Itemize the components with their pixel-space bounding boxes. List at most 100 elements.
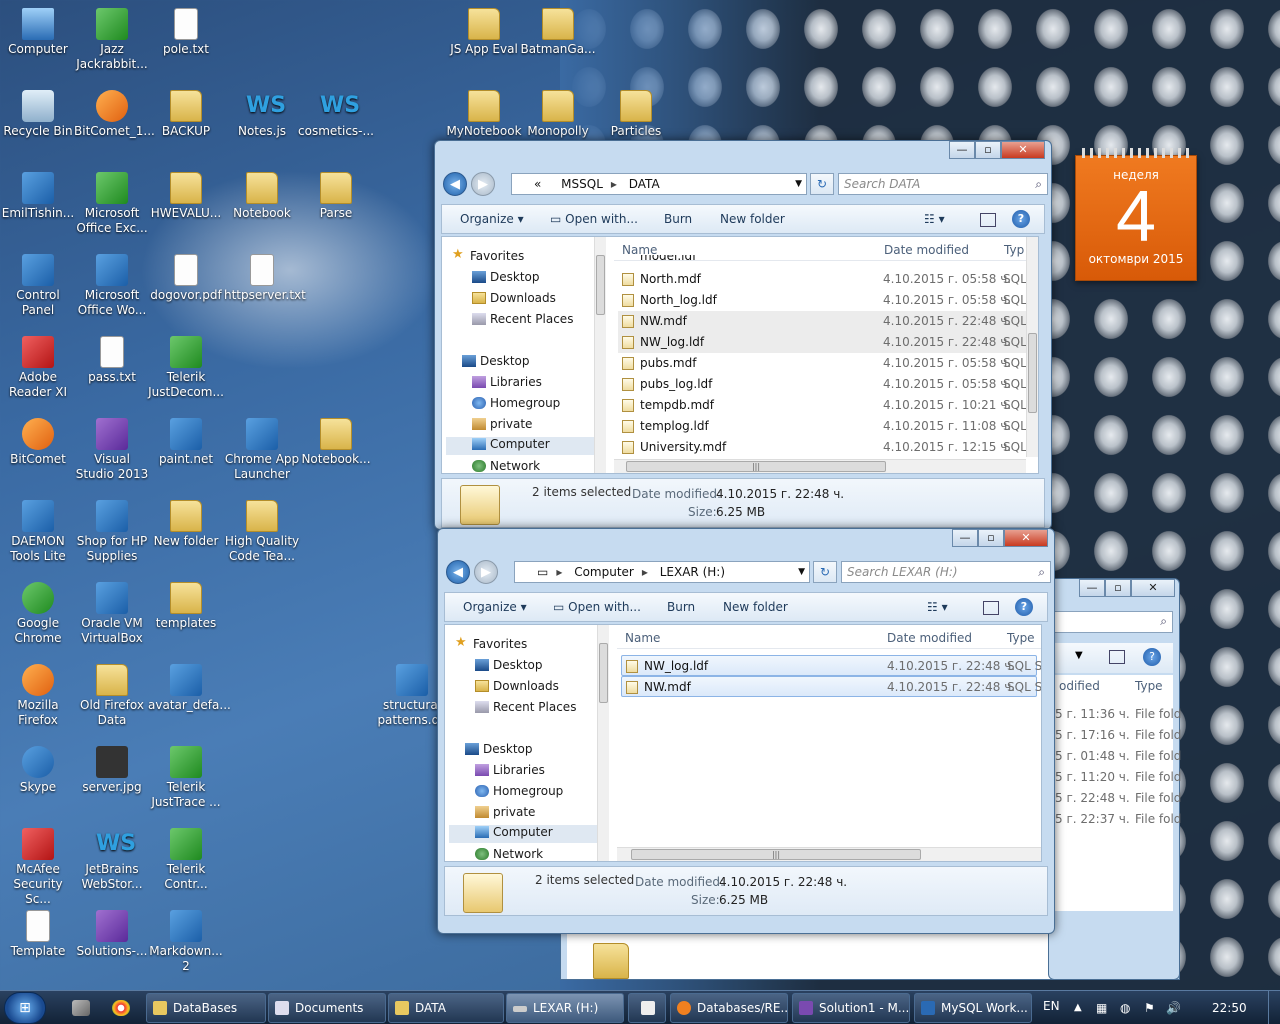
desktop-icon[interactable]: Microsoft Office Exc... — [74, 172, 150, 236]
preview-pane-button[interactable] — [980, 213, 996, 227]
desktop-icon[interactable]: Solutions-... — [74, 910, 150, 959]
close-button[interactable]: ✕ — [1001, 141, 1045, 159]
nav-homegroup[interactable]: Homegroup — [472, 396, 560, 410]
calendar-gadget[interactable]: неделя 4 октомври 2015 — [1075, 148, 1197, 281]
help-button[interactable]: ? — [1012, 210, 1030, 228]
close-button[interactable]: ✕ — [1131, 579, 1175, 597]
desktop-icon[interactable]: paint.net — [148, 418, 224, 467]
address-overflow[interactable]: « — [534, 177, 541, 191]
table-row-selected[interactable]: NW.mdf 4.10.2015 г. 22:48 ч. SQL — [618, 311, 1034, 332]
desktop-icon[interactable]: Visual Studio 2013 — [74, 418, 150, 482]
table-row-selected[interactable]: NW_log.ldf 4.10.2015 г. 22:48 ч. SQL — [618, 332, 1034, 353]
taskbar-item[interactable]: MySQL Work... — [914, 993, 1032, 1023]
back-button[interactable]: ◀ — [443, 172, 467, 196]
nav-desktop[interactable]: Desktop — [462, 354, 530, 368]
table-row-selected[interactable]: NW_log.ldf4.10.2015 г. 22:48 ч.SQL Ser — [621, 655, 1041, 676]
desktop-icon[interactable]: Telerik JustDecom... — [148, 336, 224, 400]
breadcrumb-mssql[interactable]: MSSQL — [561, 177, 603, 191]
desktop-icon[interactable]: avatar_defa... — [148, 664, 231, 713]
help-button[interactable]: ? — [1015, 598, 1033, 616]
desktop-icon[interactable]: BitComet_1... — [74, 90, 155, 139]
scrollbar-thumb[interactable] — [1028, 333, 1037, 413]
show-hidden-icons[interactable]: ▲ — [1074, 991, 1082, 1024]
clock[interactable]: 22:50 — [1212, 991, 1247, 1024]
file-list[interactable]: Name Date modified Typ model.ldf North.m… — [614, 237, 1038, 473]
search-input[interactable]: ⌕ — [1049, 611, 1173, 633]
explorer-window-lexar[interactable]: — ▫ ✕ ◀ ▶ ▭ ▸ Computer ▸ LEXAR (H:) ▼ ↻ Se… — [437, 528, 1055, 934]
maximize-button[interactable]: ▫ — [978, 529, 1004, 547]
nav-desktop-favorite[interactable]: Desktop — [472, 270, 540, 284]
start-button[interactable]: ⊞ — [4, 992, 46, 1024]
nav-recent-places[interactable]: Recent Places — [475, 700, 576, 714]
scrollbar-thumb[interactable]: ||| — [631, 849, 921, 860]
desktop-icon[interactable]: Old Firefox Data — [74, 664, 150, 728]
new-folder-button[interactable]: New folder — [720, 212, 785, 226]
table-row[interactable]: templog.ldf 4.10.2015 г. 11:08 ч. SQL — [618, 416, 1034, 437]
scrollbar-thumb[interactable]: ||| — [626, 461, 886, 472]
desktop-icon[interactable]: Telerik Contr... — [148, 828, 224, 892]
preview-pane-button[interactable] — [983, 601, 999, 615]
desktop-icon[interactable]: Adobe Reader XI — [0, 336, 76, 400]
desktop-icon[interactable]: EmilTishin... — [0, 172, 76, 221]
nav-desktop[interactable]: Desktop — [465, 742, 533, 756]
scrollbar-thumb[interactable] — [596, 255, 605, 315]
taskbar-item[interactable]: DATA — [388, 993, 504, 1023]
desktop-icon[interactable]: Control Panel — [0, 254, 76, 318]
taskbar-item-active[interactable]: LEXAR (H:) — [506, 993, 624, 1023]
address-bar[interactable]: « MSSQL ▸ DATA ▼ — [511, 173, 807, 195]
file-list[interactable]: Name Date modified Type NW_log.ldf 4.10.2… — [617, 625, 1041, 861]
nav-network[interactable]: Network — [472, 459, 540, 473]
desktop-icon[interactable]: Mozilla Firefox — [0, 664, 76, 728]
explorer-window-data[interactable]: — ▫ ✕ ◀ ▶ « MSSQL ▸ DATA ▼ ↻ Search DATA ⌕… — [434, 140, 1052, 530]
show-desktop-button[interactable] — [1268, 991, 1280, 1024]
refresh-button[interactable]: ↻ — [813, 561, 837, 583]
chevron-down-icon[interactable]: ▼ — [798, 562, 805, 582]
nav-favorites[interactable]: ★ Favorites — [452, 247, 524, 263]
column-type-header[interactable]: Type — [1007, 631, 1035, 645]
desktop-icon[interactable]: Telerik JustTrace ... — [148, 746, 224, 810]
table-row[interactable]: pubs.mdf 4.10.2015 г. 05:58 ч. SQL — [618, 353, 1034, 374]
burn-button[interactable]: Burn — [664, 212, 692, 226]
desktop-icon[interactable]: httpserver.txt — [224, 254, 306, 303]
table-row[interactable]: North_log.ldf 4.10.2015 г. 05:58 ч. SQL — [618, 290, 1034, 311]
open-with-button[interactable]: ▭ Open with... — [553, 600, 641, 614]
back-button[interactable]: ◀ — [446, 560, 470, 584]
taskbar-item[interactable]: Documents — [268, 993, 386, 1023]
taskbar-item[interactable]: DataBases — [146, 993, 266, 1023]
column-date-header[interactable]: odified — [1059, 679, 1100, 693]
desktop-icon[interactable]: Shop for HP Supplies — [74, 500, 150, 564]
nav-libraries[interactable]: Libraries — [472, 375, 542, 389]
chrome-icon[interactable] — [112, 1000, 130, 1016]
breadcrumb-lexar[interactable]: LEXAR (H:) — [660, 565, 725, 579]
table-row[interactable]: pubs_log.ldf 4.10.2015 г. 05:58 ч. SQL — [618, 374, 1034, 395]
navigation-pane[interactable]: ★ Favorites Desktop Downloads Recent Plac… — [442, 237, 606, 473]
search-input[interactable]: Search LEXAR (H:) ⌕ — [841, 561, 1051, 583]
desktop-icon[interactable]: Monopolly — [520, 90, 596, 139]
column-type-header[interactable]: Type — [1135, 679, 1163, 693]
desktop-icon[interactable]: Template — [0, 910, 76, 959]
desktop-icon[interactable]: WS Notes.js — [224, 90, 300, 139]
desktop-icon[interactable]: Parse — [298, 172, 374, 221]
desktop-icon[interactable]: DAEMON Tools Lite — [0, 500, 76, 564]
table-row[interactable]: North.mdf 4.10.2015 г. 05:58 ч. SQL — [618, 269, 1034, 290]
help-button[interactable]: ? — [1143, 648, 1161, 666]
refresh-button[interactable]: ↻ — [810, 173, 834, 195]
language-indicator[interactable]: EN — [1043, 991, 1060, 1024]
desktop-icon[interactable]: HWEVALU... — [148, 172, 224, 221]
nav-private[interactable]: private — [472, 417, 532, 431]
scrollbar-thumb[interactable] — [599, 643, 608, 703]
nav-private[interactable]: private — [475, 805, 535, 819]
nav-libraries[interactable]: Libraries — [475, 763, 545, 777]
address-bar[interactable]: ▭ ▸ Computer ▸ LEXAR (H:) ▼ — [514, 561, 810, 583]
background-explorer-window[interactable]: — ▫ ✕ ⌕ ▼ ? odified Type 5 г. 11:36 ч. Fi… — [1048, 578, 1181, 980]
views-button[interactable]: ☷ ▾ — [927, 600, 948, 614]
minimize-button[interactable]: — — [949, 141, 975, 159]
maximize-button[interactable]: ▫ — [1105, 579, 1131, 597]
nav-computer[interactable]: Computer — [446, 437, 594, 455]
nav-downloads[interactable]: Downloads — [475, 679, 559, 693]
breadcrumb-computer[interactable]: Computer — [574, 565, 634, 579]
file-list-scrollbar[interactable] — [1026, 237, 1038, 457]
column-date-header[interactable]: Date modified — [887, 631, 972, 645]
nav-recent-places[interactable]: Recent Places — [472, 312, 573, 326]
maximize-button[interactable]: ▫ — [975, 141, 1001, 159]
